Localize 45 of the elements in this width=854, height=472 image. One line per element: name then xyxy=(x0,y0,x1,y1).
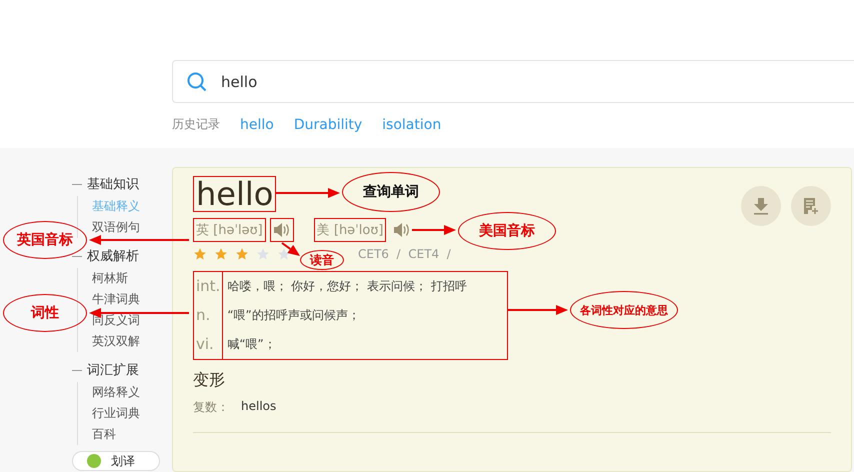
sidebar-item[interactable]: 柯林斯 xyxy=(78,268,172,289)
callout: 词性 xyxy=(3,294,87,332)
meaning: 哈喽，喂； 你好，您好； 表示问候； 打招呼 xyxy=(226,278,468,295)
part-of-speech: int. xyxy=(195,276,222,297)
download-icon xyxy=(752,197,770,215)
meaning: “喂”的招呼声或问候声； xyxy=(226,307,361,324)
arrow xyxy=(412,225,456,235)
translate-button[interactable]: 划译 xyxy=(72,451,160,471)
meaning: 喊“喂”； xyxy=(226,336,277,353)
empty-star-icon xyxy=(277,247,291,261)
speaker-icon[interactable] xyxy=(393,222,412,238)
download-button[interactable] xyxy=(741,186,781,226)
sidebar-item[interactable]: 网络释义 xyxy=(78,382,172,403)
callout: 读音 xyxy=(300,250,344,270)
form-label: 复数： xyxy=(193,399,229,416)
empty-star-icon xyxy=(256,247,270,261)
search-icon xyxy=(187,72,207,92)
callout: 查询单词 xyxy=(342,172,440,212)
arrow xyxy=(276,188,340,198)
star-icon xyxy=(214,247,228,261)
sidebar-heading: 词汇扩展 xyxy=(87,362,139,379)
phonetic: 美 [həˈloʊ] xyxy=(314,218,386,242)
form-value: hellos xyxy=(241,399,276,415)
headword: hello xyxy=(193,176,276,212)
search-field[interactable]: hello xyxy=(219,72,523,92)
callout: 美国音标 xyxy=(458,212,556,250)
callout: 各词性对应的意思 xyxy=(570,291,678,329)
exam-levels: CET6 / CET4 / xyxy=(358,247,451,261)
star-icon xyxy=(193,247,207,261)
speaker-icon[interactable] xyxy=(272,222,291,238)
history-label: 历史记录 xyxy=(172,116,220,133)
add-note-button[interactable] xyxy=(791,186,831,226)
part-of-speech: vi. xyxy=(195,334,215,355)
section-title: 变形 xyxy=(193,370,226,391)
sidebar-item[interactable]: 行业词典 xyxy=(78,403,172,424)
sidebar-heading: 权威解析 xyxy=(87,248,139,265)
part-of-speech: n. xyxy=(195,305,212,326)
phonetic: 英 [həˈləʊ] xyxy=(193,218,266,242)
sidebar-heading: 基础知识 xyxy=(87,176,139,193)
callout: 英国音标 xyxy=(3,221,87,259)
sidebar-item[interactable]: 百科 xyxy=(78,424,172,445)
circle-icon xyxy=(87,454,101,468)
star-icon xyxy=(235,247,249,261)
note-add-icon xyxy=(802,197,820,215)
sidebar-item[interactable]: 英汉双解 xyxy=(78,331,172,352)
